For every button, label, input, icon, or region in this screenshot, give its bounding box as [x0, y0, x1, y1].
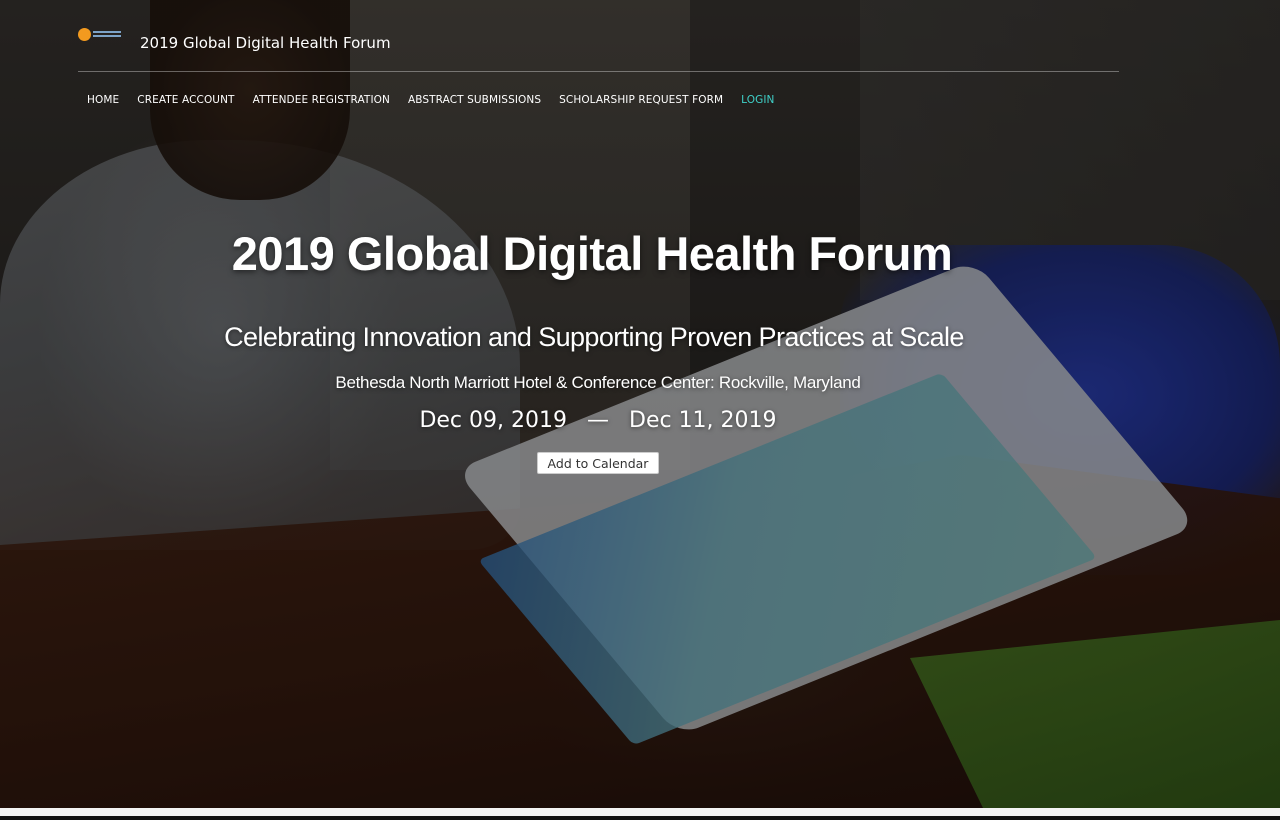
hero-venue: Bethesda North Marriott Hotel & Conferen… — [335, 373, 861, 392]
nav-scholarship-request-form[interactable]: SCHOLARSHIP REQUEST FORM — [559, 94, 723, 106]
bottom-strip — [0, 816, 1280, 820]
site-title[interactable]: 2019 Global Digital Health Forum — [140, 34, 391, 52]
hero-subtitle: Celebrating Innovation and Supporting Pr… — [224, 322, 964, 352]
logo-text-mark — [93, 31, 121, 33]
logo-dot — [78, 28, 91, 41]
page-bottom-bar — [0, 808, 1280, 820]
forum-logo-icon[interactable] — [78, 27, 122, 41]
nav-login[interactable]: LOGIN — [741, 94, 774, 106]
add-to-calendar-button[interactable]: Add to Calendar — [537, 452, 659, 474]
nav-home[interactable]: HOME — [87, 94, 119, 106]
hero-title: 2019 Global Digital Health Forum — [231, 227, 953, 280]
end-date: Dec 11, 2019 — [629, 408, 777, 433]
main-nav: HOME CREATE ACCOUNT ATTENDEE REGISTRATIO… — [87, 94, 793, 106]
hero-overlay — [0, 0, 1280, 808]
nav-abstract-submissions[interactable]: ABSTRACT SUBMISSIONS — [408, 94, 541, 106]
hero-dates: Dec 09, 2019 — Dec 11, 2019 — [0, 408, 1196, 433]
nav-create-account[interactable]: CREATE ACCOUNT — [137, 94, 234, 106]
date-separator: — — [587, 408, 609, 433]
nav-attendee-registration[interactable]: ATTENDEE REGISTRATION — [253, 94, 390, 106]
hero-banner: 2019 Global Digital Health Forum HOME CR… — [0, 0, 1280, 808]
nav-divider — [78, 71, 1119, 72]
start-date: Dec 09, 2019 — [419, 408, 567, 433]
